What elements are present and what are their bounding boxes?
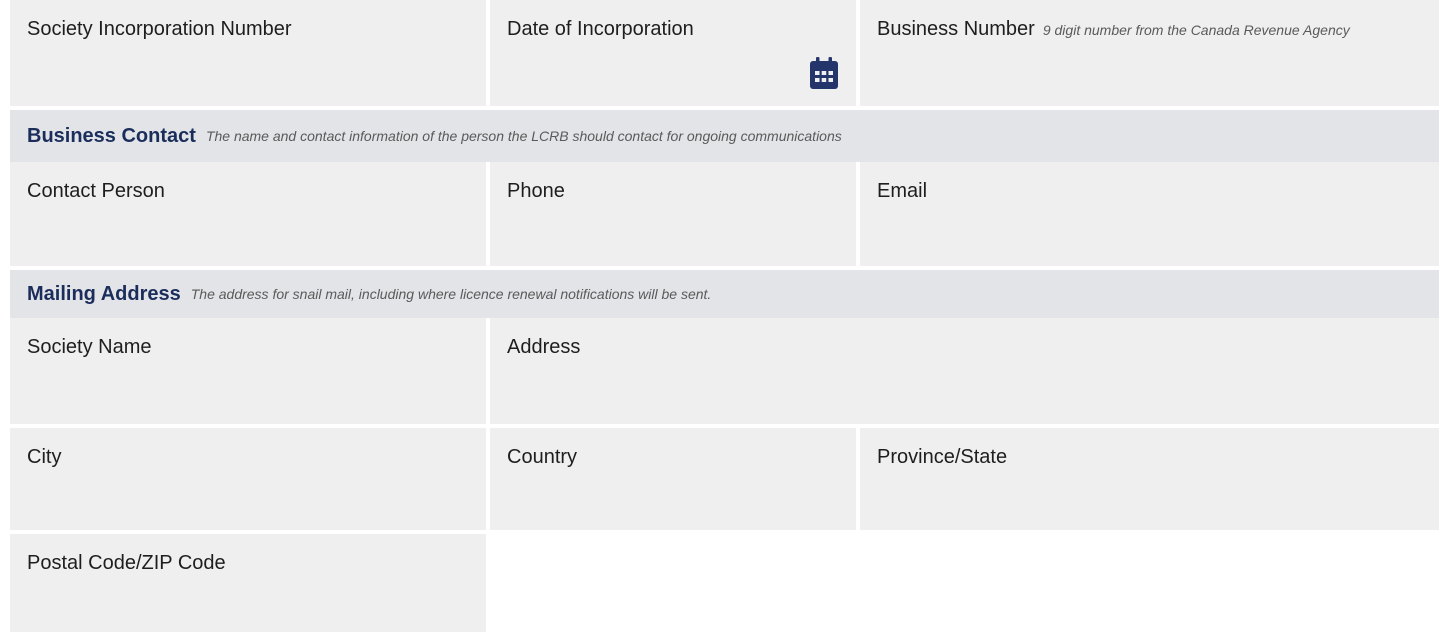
date-of-incorporation-label: Date of Incorporation <box>507 18 694 40</box>
business-number-hint: 9 digit number from the Canada Revenue A… <box>1042 22 1350 38</box>
calendar-icon[interactable] <box>810 57 838 89</box>
country-field[interactable]: Country <box>490 428 856 530</box>
business-number-label-text: Business Number <box>877 18 1035 40</box>
city-label: City <box>27 446 62 468</box>
calendar-icon-graphic <box>810 57 838 89</box>
form-page: Society Incorporation Number Date of Inc… <box>0 0 1449 632</box>
email-label: Email <box>877 180 928 202</box>
society-name-field[interactable]: Society Name <box>10 318 486 424</box>
province-state-field[interactable]: Province/State <box>860 428 1439 530</box>
contact-person-field[interactable]: Contact Person <box>10 162 486 266</box>
date-of-incorporation-field[interactable]: Date of Incorporation <box>490 0 856 106</box>
mailing-address-title: Mailing Address <box>27 282 181 305</box>
business-contact-title: Business Contact <box>27 124 196 147</box>
email-field[interactable]: Email <box>860 162 1439 266</box>
contact-person-label: Contact Person <box>27 180 165 202</box>
mailing-address-header: Mailing Address The address for snail ma… <box>10 270 1439 318</box>
incorporation-number-field[interactable]: Society Incorporation Number <box>10 0 486 106</box>
incorporation-number-label: Society Incorporation Number <box>27 18 292 40</box>
mailing-address-header-content: Mailing Address The address for snail ma… <box>27 270 711 318</box>
address-label: Address <box>507 336 581 358</box>
business-number-field[interactable]: Business Number 9 digit number from the C… <box>860 0 1439 106</box>
phone-field[interactable]: Phone <box>490 162 856 266</box>
postal-code-label: Postal Code/ZIP Code <box>27 552 226 574</box>
address-field[interactable]: Address <box>490 318 1439 424</box>
province-state-label: Province/State <box>877 446 1008 468</box>
city-field[interactable]: City <box>10 428 486 530</box>
country-label: Country <box>507 446 578 468</box>
business-contact-hint: The name and contact information of the … <box>205 128 842 144</box>
business-contact-header-content: Business Contact The name and contact in… <box>27 110 842 162</box>
business-number-label: Business Number 9 digit number from the C… <box>877 17 1350 42</box>
society-name-label: Society Name <box>27 336 152 358</box>
postal-code-field[interactable]: Postal Code/ZIP Code <box>10 534 486 632</box>
phone-label: Phone <box>507 180 565 202</box>
business-contact-header: Business Contact The name and contact in… <box>10 110 1439 162</box>
mailing-address-hint: The address for snail mail, including wh… <box>190 286 712 302</box>
